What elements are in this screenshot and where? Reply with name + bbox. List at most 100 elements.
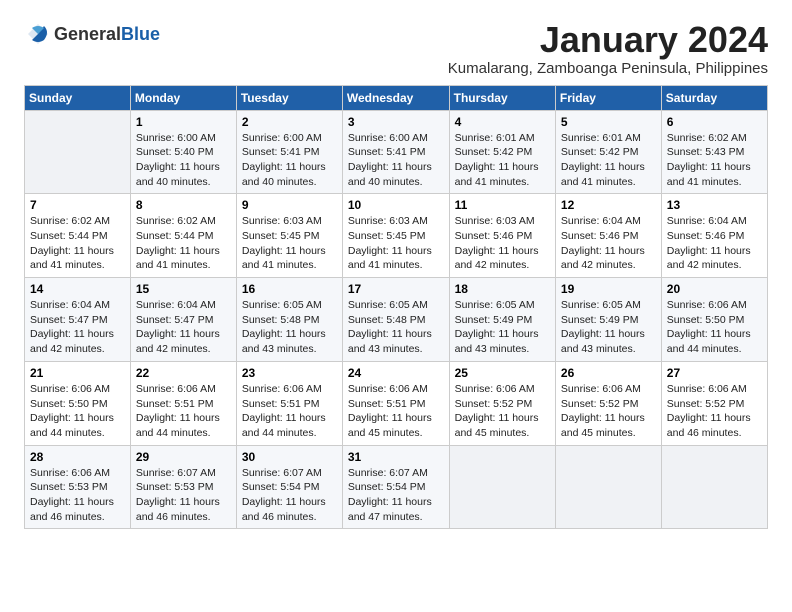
calendar-cell: 28Sunrise: 6:06 AM Sunset: 5:53 PM Dayli… — [25, 445, 131, 529]
calendar-cell: 17 Sunrise: 6:05 AM Sunset: 5:48 PM Dayli… — [342, 278, 449, 362]
calendar-week-2: 7Sunrise: 6:02 AM Sunset: 5:44 PM Daylig… — [25, 194, 768, 278]
calendar-cell: 29 Sunrise: 6:07 AM Sunset: 5:53 PM Dayli… — [130, 445, 236, 529]
header-cell-monday: Monday — [130, 85, 236, 110]
day-number: 9 — [242, 198, 337, 212]
day-number: 8 — [136, 198, 231, 212]
day-info: Sunrise: 6:02 AM Sunset: 5:44 PM Dayligh… — [30, 214, 125, 273]
day-info: Sunrise: 6:06 AM Sunset: 5:52 PM Dayligh… — [455, 382, 550, 441]
day-number: 26 — [561, 366, 656, 380]
calendar-week-5: 28Sunrise: 6:06 AM Sunset: 5:53 PM Dayli… — [25, 445, 768, 529]
calendar-cell: 16 Sunrise: 6:05 AM Sunset: 5:48 PM Dayli… — [236, 278, 342, 362]
logo: GeneralBlue — [24, 20, 160, 48]
day-number: 14 — [30, 282, 125, 296]
day-info: Sunrise: 6:03 AM Sunset: 5:46 PM Dayligh… — [455, 214, 550, 273]
day-info: Sunrise: 6:06 AM Sunset: 5:51 PM Dayligh… — [242, 382, 337, 441]
day-info: Sunrise: 6:03 AM Sunset: 5:45 PM Dayligh… — [348, 214, 444, 273]
day-info: Sunrise: 6:06 AM Sunset: 5:51 PM Dayligh… — [348, 382, 444, 441]
calendar-week-3: 14 Sunrise: 6:04 AM Sunset: 5:47 PM Dayli… — [25, 278, 768, 362]
day-number: 21 — [30, 366, 125, 380]
calendar-cell — [555, 445, 661, 529]
calendar-cell — [661, 445, 767, 529]
calendar-cell: 4 Sunrise: 6:01 AM Sunset: 5:42 PM Daylig… — [449, 110, 555, 194]
day-number: 4 — [455, 115, 550, 129]
day-info: Sunrise: 6:04 AM Sunset: 5:47 PM Dayligh… — [136, 298, 231, 357]
calendar-cell: 12 Sunrise: 6:04 AM Sunset: 5:46 PM Dayli… — [555, 194, 661, 278]
day-info: Sunrise: 6:06 AM Sunset: 5:50 PM Dayligh… — [667, 298, 762, 357]
day-info: Sunrise: 6:05 AM Sunset: 5:49 PM Dayligh… — [455, 298, 550, 357]
day-info: Sunrise: 6:06 AM Sunset: 5:53 PM Dayligh… — [30, 466, 125, 525]
day-info: Sunrise: 6:02 AM Sunset: 5:43 PM Dayligh… — [667, 131, 762, 190]
day-number: 25 — [455, 366, 550, 380]
calendar-cell: 1 Sunrise: 6:00 AM Sunset: 5:40 PM Daylig… — [130, 110, 236, 194]
day-info: Sunrise: 6:04 AM Sunset: 5:47 PM Dayligh… — [30, 298, 125, 357]
logo-blue-text: Blue — [121, 24, 160, 44]
calendar-cell: 14 Sunrise: 6:04 AM Sunset: 5:47 PM Dayli… — [25, 278, 131, 362]
calendar-cell: 26 Sunrise: 6:06 AM Sunset: 5:52 PM Dayli… — [555, 361, 661, 445]
title-area: January 2024 Kumalarang, Zamboanga Penin… — [448, 20, 768, 77]
day-number: 27 — [667, 366, 762, 380]
calendar-cell: 5Sunrise: 6:01 AM Sunset: 5:42 PM Daylig… — [555, 110, 661, 194]
day-info: Sunrise: 6:06 AM Sunset: 5:50 PM Dayligh… — [30, 382, 125, 441]
calendar-cell: 6 Sunrise: 6:02 AM Sunset: 5:43 PM Daylig… — [661, 110, 767, 194]
day-number: 15 — [136, 282, 231, 296]
day-number: 6 — [667, 115, 762, 129]
day-info: Sunrise: 6:04 AM Sunset: 5:46 PM Dayligh… — [561, 214, 656, 273]
day-number: 12 — [561, 198, 656, 212]
day-number: 16 — [242, 282, 337, 296]
calendar-header-row: SundayMondayTuesdayWednesdayThursdayFrid… — [25, 85, 768, 110]
day-number: 22 — [136, 366, 231, 380]
day-number: 18 — [455, 282, 550, 296]
calendar-cell: 15 Sunrise: 6:04 AM Sunset: 5:47 PM Dayli… — [130, 278, 236, 362]
day-number: 30 — [242, 450, 337, 464]
calendar-cell — [25, 110, 131, 194]
calendar-cell — [449, 445, 555, 529]
calendar-cell: 10Sunrise: 6:03 AM Sunset: 5:45 PM Dayli… — [342, 194, 449, 278]
calendar-cell: 22 Sunrise: 6:06 AM Sunset: 5:51 PM Dayli… — [130, 361, 236, 445]
calendar-cell: 21 Sunrise: 6:06 AM Sunset: 5:50 PM Dayli… — [25, 361, 131, 445]
calendar-cell: 23Sunrise: 6:06 AM Sunset: 5:51 PM Dayli… — [236, 361, 342, 445]
day-info: Sunrise: 6:06 AM Sunset: 5:51 PM Dayligh… — [136, 382, 231, 441]
day-info: Sunrise: 6:04 AM Sunset: 5:46 PM Dayligh… — [667, 214, 762, 273]
calendar-cell: 18 Sunrise: 6:05 AM Sunset: 5:49 PM Dayli… — [449, 278, 555, 362]
header-cell-sunday: Sunday — [25, 85, 131, 110]
day-info: Sunrise: 6:00 AM Sunset: 5:41 PM Dayligh… — [348, 131, 444, 190]
day-number: 17 — [348, 282, 444, 296]
day-info: Sunrise: 6:01 AM Sunset: 5:42 PM Dayligh… — [455, 131, 550, 190]
calendar-cell: 9 Sunrise: 6:03 AM Sunset: 5:45 PM Daylig… — [236, 194, 342, 278]
calendar-cell: 27Sunrise: 6:06 AM Sunset: 5:52 PM Dayli… — [661, 361, 767, 445]
page-header: GeneralBlue January 2024 Kumalarang, Zam… — [24, 20, 768, 77]
day-info: Sunrise: 6:06 AM Sunset: 5:52 PM Dayligh… — [561, 382, 656, 441]
day-info: Sunrise: 6:02 AM Sunset: 5:44 PM Dayligh… — [136, 214, 231, 273]
header-cell-friday: Friday — [555, 85, 661, 110]
calendar-cell: 31 Sunrise: 6:07 AM Sunset: 5:54 PM Dayli… — [342, 445, 449, 529]
day-info: Sunrise: 6:00 AM Sunset: 5:41 PM Dayligh… — [242, 131, 337, 190]
day-info: Sunrise: 6:03 AM Sunset: 5:45 PM Dayligh… — [242, 214, 337, 273]
day-info: Sunrise: 6:07 AM Sunset: 5:54 PM Dayligh… — [348, 466, 444, 525]
day-info: Sunrise: 6:05 AM Sunset: 5:49 PM Dayligh… — [561, 298, 656, 357]
calendar-body: 1 Sunrise: 6:00 AM Sunset: 5:40 PM Daylig… — [25, 110, 768, 529]
calendar-cell: 8 Sunrise: 6:02 AM Sunset: 5:44 PM Daylig… — [130, 194, 236, 278]
day-number: 20 — [667, 282, 762, 296]
day-info: Sunrise: 6:07 AM Sunset: 5:54 PM Dayligh… — [242, 466, 337, 525]
calendar-cell: 2Sunrise: 6:00 AM Sunset: 5:41 PM Daylig… — [236, 110, 342, 194]
day-number: 11 — [455, 198, 550, 212]
day-info: Sunrise: 6:07 AM Sunset: 5:53 PM Dayligh… — [136, 466, 231, 525]
calendar-title: January 2024 — [448, 20, 768, 60]
day-info: Sunrise: 6:05 AM Sunset: 5:48 PM Dayligh… — [242, 298, 337, 357]
day-number: 29 — [136, 450, 231, 464]
calendar-cell: 19Sunrise: 6:05 AM Sunset: 5:49 PM Dayli… — [555, 278, 661, 362]
calendar-table: SundayMondayTuesdayWednesdayThursdayFrid… — [24, 85, 768, 530]
calendar-cell: 11 Sunrise: 6:03 AM Sunset: 5:46 PM Dayli… — [449, 194, 555, 278]
header-cell-saturday: Saturday — [661, 85, 767, 110]
day-number: 24 — [348, 366, 444, 380]
day-number: 1 — [136, 115, 231, 129]
day-number: 31 — [348, 450, 444, 464]
calendar-cell: 20 Sunrise: 6:06 AM Sunset: 5:50 PM Dayli… — [661, 278, 767, 362]
day-info: Sunrise: 6:01 AM Sunset: 5:42 PM Dayligh… — [561, 131, 656, 190]
header-cell-tuesday: Tuesday — [236, 85, 342, 110]
day-info: Sunrise: 6:05 AM Sunset: 5:48 PM Dayligh… — [348, 298, 444, 357]
header-cell-thursday: Thursday — [449, 85, 555, 110]
day-number: 13 — [667, 198, 762, 212]
calendar-cell: 24 Sunrise: 6:06 AM Sunset: 5:51 PM Dayli… — [342, 361, 449, 445]
day-info: Sunrise: 6:00 AM Sunset: 5:40 PM Dayligh… — [136, 131, 231, 190]
